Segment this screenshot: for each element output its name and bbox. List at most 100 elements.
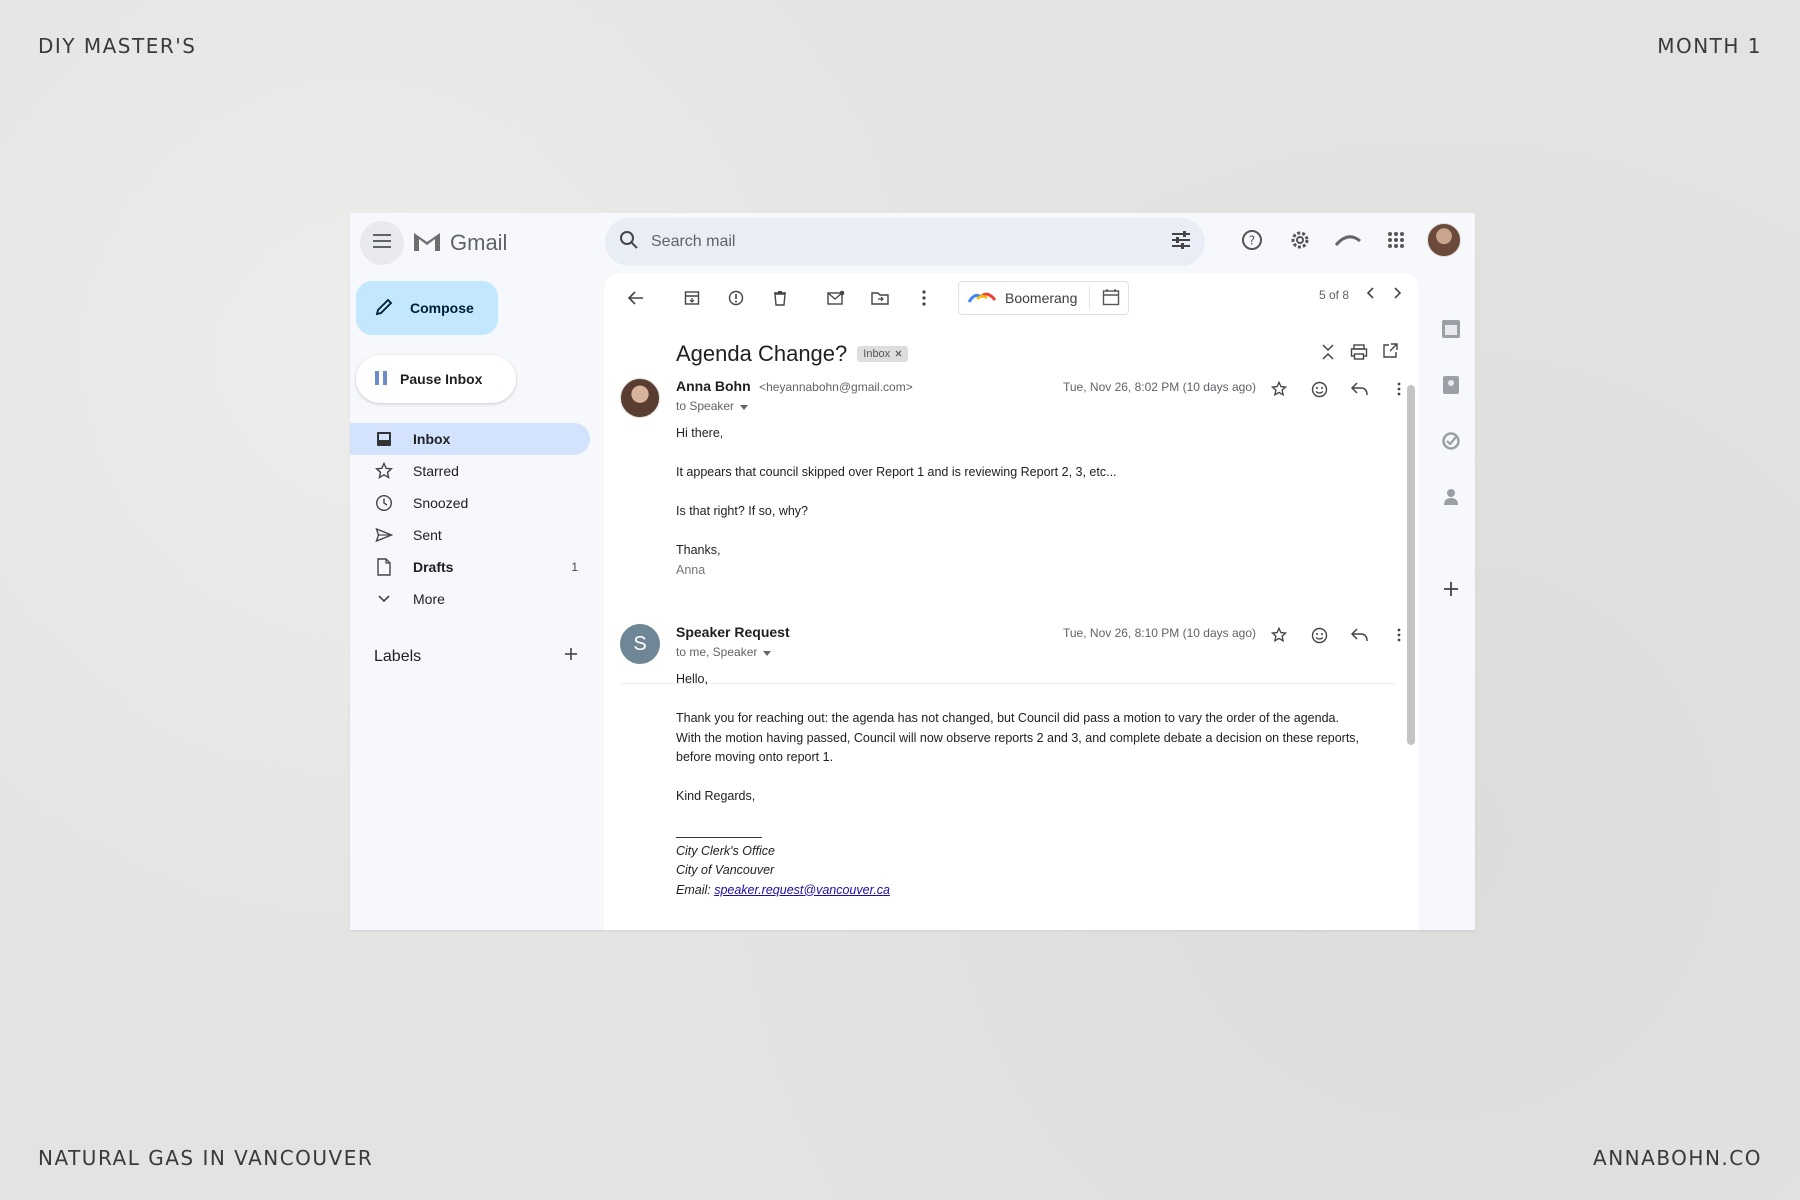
search-input[interactable]: Search mail xyxy=(651,233,1171,251)
body-greeting: Hello, xyxy=(676,672,708,686)
calendar-icon[interactable] xyxy=(1102,288,1120,309)
sidebar-item-snoozed[interactable]: Snoozed xyxy=(350,487,590,519)
sidebar-item-inbox[interactable]: Inbox xyxy=(350,423,590,455)
help-icon[interactable]: ? xyxy=(1235,223,1269,257)
signature-office: City Clerk's Office xyxy=(676,843,775,858)
top-bar: Gmail Search mail ? xyxy=(350,213,1475,273)
boomerang-icon[interactable] xyxy=(1331,223,1365,257)
pagination: 5 of 8 xyxy=(1319,287,1402,302)
gmail-window: Gmail Search mail ? Compose Pause Inbox … xyxy=(350,213,1475,930)
message-body: Hi there, It appears that council skippe… xyxy=(676,424,1396,580)
sidebar-item-label: Snoozed xyxy=(413,495,469,511)
settings-gear-icon[interactable] xyxy=(1283,223,1317,257)
message-actions xyxy=(1268,624,1410,646)
star-outline-icon xyxy=(375,462,393,480)
boomerang-label: Boomerang xyxy=(1005,290,1078,306)
add-emoji-icon[interactable] xyxy=(1308,624,1330,646)
body-greeting: Hi there, xyxy=(676,426,724,440)
recipient-line[interactable]: to me, Speaker xyxy=(676,645,1406,659)
sidebar: Compose Pause Inbox Inbox Starred Snooze… xyxy=(350,273,595,930)
search-options-icon[interactable] xyxy=(1171,230,1191,254)
svg-text:?: ? xyxy=(1249,234,1255,248)
boomerang-button[interactable]: Boomerang xyxy=(958,281,1130,315)
recipient-details-caret-icon[interactable] xyxy=(763,645,772,659)
search-bar[interactable]: Search mail xyxy=(605,218,1205,266)
remove-label-close-icon[interactable] xyxy=(895,348,902,360)
body-line: With the motion having passed, Council w… xyxy=(676,730,1360,745)
newer-chevron-right-icon[interactable] xyxy=(1393,287,1402,302)
sidebar-item-label: Inbox xyxy=(413,431,451,447)
delete-trash-icon[interactable] xyxy=(760,278,800,318)
reading-pane: Boomerang 5 of 8 Agenda Change? Inbox An… xyxy=(604,273,1419,930)
mark-unread-icon[interactable] xyxy=(816,278,856,318)
pause-icon xyxy=(374,370,388,389)
message-speaker-request: S Speaker Request to me, Speaker Tue, No… xyxy=(620,624,1410,924)
compose-label: Compose xyxy=(410,300,474,316)
message-date: Tue, Nov 26, 8:02 PM (10 days ago) xyxy=(1063,380,1256,394)
signature-email-line: Email: speaker.request@vancouver.ca xyxy=(676,881,1396,901)
sidebar-item-sent[interactable]: Sent xyxy=(350,519,590,551)
reply-icon[interactable] xyxy=(1348,378,1370,400)
body-paragraph: Is that right? If so, why? xyxy=(676,504,809,518)
gmail-m-icon xyxy=(412,229,442,256)
draft-file-icon xyxy=(375,558,393,576)
signature-city: City of Vancouver xyxy=(676,863,775,877)
labels-section: Labels xyxy=(374,646,579,667)
recipient-text: to me, Speaker xyxy=(676,645,758,659)
message-date: Tue, Nov 26, 8:10 PM (10 days ago) xyxy=(1063,626,1256,640)
back-arrow-icon[interactable] xyxy=(616,278,656,318)
gmail-logo[interactable]: Gmail xyxy=(412,229,507,256)
chevron-down-icon xyxy=(375,590,393,608)
reply-icon[interactable] xyxy=(1348,624,1370,646)
body-line: Thank you for reaching out: the agenda h… xyxy=(676,711,1339,725)
account-avatar[interactable] xyxy=(1427,223,1461,257)
reading-pane-scrollbar[interactable] xyxy=(1407,385,1415,745)
body-paragraph: It appears that council skipped over Rep… xyxy=(676,465,1117,479)
compose-button[interactable]: Compose xyxy=(356,281,498,335)
apps-grid-icon[interactable] xyxy=(1379,223,1413,257)
archive-icon[interactable] xyxy=(672,278,712,318)
keep-notes-icon[interactable] xyxy=(1437,371,1465,399)
pause-inbox-button[interactable]: Pause Inbox xyxy=(356,355,516,403)
older-chevron-left-icon[interactable] xyxy=(1366,287,1375,302)
add-emoji-icon[interactable] xyxy=(1308,378,1330,400)
recipient-line[interactable]: to Speaker xyxy=(676,399,1406,413)
star-outline-icon[interactable] xyxy=(1268,378,1290,400)
main-menu-button[interactable] xyxy=(360,221,404,265)
corner-top-right-text: MONTH 1 xyxy=(1657,34,1762,58)
star-outline-icon[interactable] xyxy=(1268,624,1290,646)
sender-email: <heyannabohn@gmail.com> xyxy=(759,380,913,394)
calendar-app-icon[interactable] xyxy=(1437,315,1465,343)
hamburger-icon xyxy=(373,233,391,253)
add-label-icon[interactable] xyxy=(563,646,579,667)
signature-email-link[interactable]: speaker.request@vancouver.ca xyxy=(714,883,890,897)
sidebar-item-drafts[interactable]: Drafts 1 xyxy=(350,551,590,583)
sidebar-item-starred[interactable]: Starred xyxy=(350,455,590,487)
message-actions xyxy=(1268,378,1410,400)
sidebar-nav: Inbox Starred Snoozed Sent Drafts 1 More xyxy=(350,423,590,615)
recipient-details-caret-icon[interactable] xyxy=(740,399,749,413)
clock-icon xyxy=(375,494,393,512)
message-body: Hello, Thank you for reaching out: the a… xyxy=(676,670,1396,900)
sender-avatar xyxy=(620,378,660,418)
get-addons-plus-icon[interactable] xyxy=(1437,575,1465,603)
sidebar-item-more[interactable]: More xyxy=(350,583,590,615)
body-signature: Anna xyxy=(676,562,706,577)
contacts-person-icon[interactable] xyxy=(1437,483,1465,511)
collapse-all-icon[interactable] xyxy=(1320,343,1336,366)
corner-bottom-left-text: NATURAL GAS IN VANCOUVER xyxy=(38,1146,374,1170)
print-icon[interactable] xyxy=(1350,343,1368,366)
more-vertical-icon[interactable] xyxy=(904,278,944,318)
report-spam-icon[interactable] xyxy=(716,278,756,318)
subject-actions xyxy=(1320,342,1398,366)
recipient-text: to Speaker xyxy=(676,399,735,413)
email-subject: Agenda Change? xyxy=(676,341,848,366)
boomerang-logo-icon xyxy=(967,290,997,307)
move-to-folder-icon[interactable] xyxy=(860,278,900,318)
inbox-icon xyxy=(375,430,393,448)
tasks-check-icon[interactable] xyxy=(1437,427,1465,455)
open-new-window-icon[interactable] xyxy=(1382,342,1398,366)
search-icon[interactable] xyxy=(619,230,639,255)
sender-name[interactable]: Anna Bohn xyxy=(676,378,751,394)
sender-name[interactable]: Speaker Request xyxy=(676,624,790,640)
